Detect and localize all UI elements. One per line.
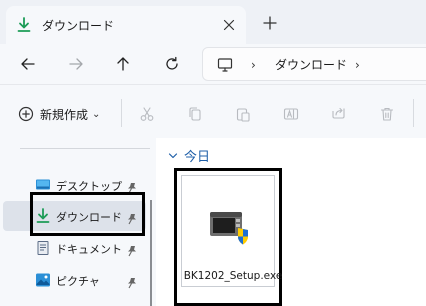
refresh-icon: [166, 56, 178, 70]
delete-icon: [380, 107, 394, 121]
arrow-left-icon: [21, 58, 35, 70]
rename-button[interactable]: [282, 105, 300, 123]
sidebar-item-desktop[interactable]: デスクトップ: [0, 170, 148, 200]
breadcrumb-separator[interactable]: ›: [251, 58, 256, 72]
paste-icon: [236, 108, 250, 122]
desktop-icon: [35, 177, 51, 193]
title-bar: ダウンロード: [0, 0, 426, 44]
address-box[interactable]: › ダウンロード ›: [202, 47, 426, 81]
up-button[interactable]: [113, 54, 133, 74]
sidebar-scrollbar[interactable]: [150, 200, 152, 306]
arrow-right-icon: [69, 58, 83, 70]
installer-exe-icon: [208, 206, 252, 250]
cut-icon: [140, 107, 154, 121]
share-icon: [332, 107, 345, 119]
plus-circle-icon: [18, 106, 34, 122]
plus-icon: [263, 16, 277, 30]
address-bar-row: › ダウンロード ›: [0, 44, 426, 84]
sidebar-item-label: ダウンロード: [56, 211, 122, 224]
sidebar-divider: [20, 148, 150, 149]
cut-button[interactable]: [138, 105, 156, 123]
back-button[interactable]: [18, 54, 38, 74]
sidebar-item-label: デスクトップ: [56, 180, 122, 193]
document-icon: [35, 240, 51, 256]
chevron-down-icon: [168, 152, 178, 158]
pin-icon: [126, 274, 138, 289]
content-pane: 今日 BK1202_Setup.exe: [156, 138, 426, 306]
pin-icon: [126, 179, 138, 194]
breadcrumb-separator-end[interactable]: ›: [355, 58, 360, 72]
sidebar-item-label: ドキュメント: [56, 243, 122, 256]
pin-icon: [126, 210, 138, 225]
breadcrumb-current[interactable]: ダウンロード: [275, 56, 347, 73]
tab-title: ダウンロード: [42, 18, 115, 33]
new-button-label: 新規作成: [40, 107, 89, 122]
paste-button[interactable]: [234, 105, 252, 123]
navigation-pane: デスクトップ ダウンロード ドキュメント ピクチャ: [0, 138, 156, 306]
group-label: 今日: [184, 150, 211, 165]
forward-button[interactable]: [66, 54, 86, 74]
computer-icon: [217, 57, 233, 77]
share-button[interactable]: [330, 105, 348, 123]
new-button[interactable]: 新規作成 ⌄: [18, 105, 100, 123]
new-tab-button[interactable]: [262, 15, 278, 31]
tab-downloads[interactable]: ダウンロード: [6, 6, 246, 44]
toolbar-divider: [121, 99, 122, 127]
sidebar-item-pictures[interactable]: ピクチャ: [0, 265, 148, 295]
refresh-button[interactable]: [162, 54, 182, 74]
copy-icon: [189, 107, 201, 121]
chevron-down-icon: ⌄: [92, 108, 101, 120]
copy-button[interactable]: [186, 105, 204, 123]
download-icon: [16, 17, 32, 33]
group-header-today[interactable]: 今日: [168, 146, 210, 165]
pictures-icon: [35, 272, 51, 288]
toolbar-divider-end: [413, 99, 414, 127]
sidebar-item-label: ピクチャ: [56, 275, 100, 288]
command-bar: 新規作成 ⌄: [0, 84, 426, 138]
file-name: BK1202_Setup.exe: [183, 270, 283, 282]
pin-icon: [126, 242, 138, 257]
delete-button[interactable]: [378, 105, 396, 123]
close-icon: [223, 19, 235, 31]
close-tab-button[interactable]: [222, 18, 236, 32]
arrow-up-icon: [117, 57, 129, 71]
file-item-inner: BK1202_Setup.exe: [181, 175, 282, 287]
sidebar-item-documents[interactable]: ドキュメント: [0, 233, 148, 263]
file-item[interactable]: BK1202_Setup.exe: [174, 168, 282, 306]
sidebar-item-downloads[interactable]: ダウンロード: [3, 201, 146, 231]
download-icon: [35, 208, 51, 224]
rename-icon: [283, 108, 299, 120]
